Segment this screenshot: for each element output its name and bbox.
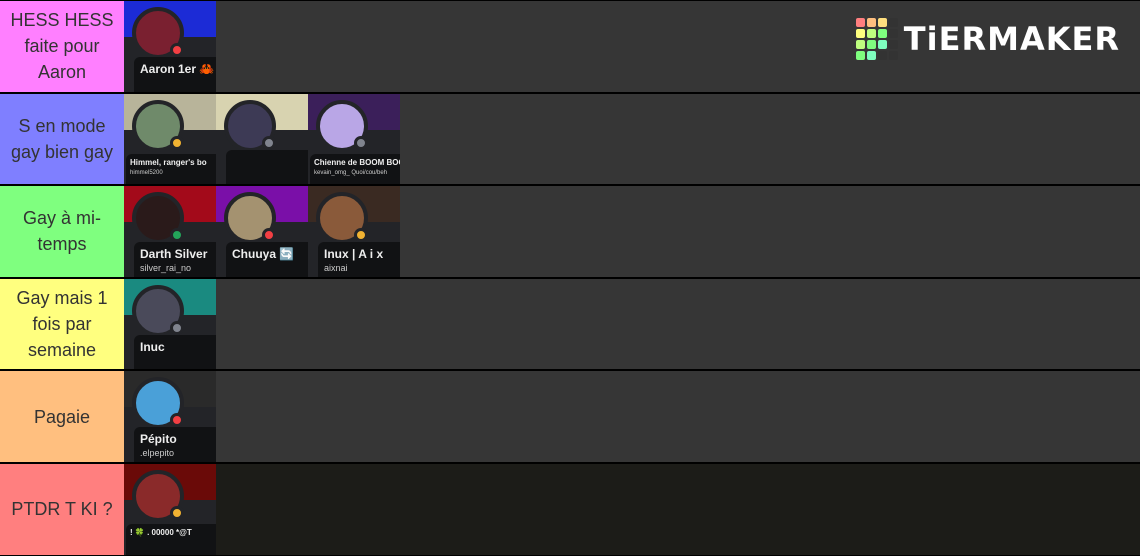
status-dnd-icon [262, 228, 276, 243]
tier-label[interactable]: HESS HESS faite pour Aaron [0, 1, 124, 92]
status-online-icon [170, 228, 184, 243]
status-dnd-icon [170, 43, 184, 57]
logo-square [888, 40, 898, 49]
username: kevain_omg_ Quoi/cou/beh [314, 169, 388, 176]
logo-square [888, 29, 898, 38]
tier-label[interactable]: S en mode gay bien gay [0, 93, 124, 185]
tier-row: Pagaie Pépito .elpepito [0, 370, 1140, 463]
display-name: Chienne de BOOM BOO [314, 157, 400, 167]
tier-row: S en mode gay bien gay Himmel, ranger's … [0, 92, 1140, 186]
tier-label[interactable]: Gay mais 1 fois par semaine [0, 278, 124, 370]
status-idle-icon [170, 505, 184, 520]
logo-square [855, 40, 865, 49]
profile-name-box: Chienne de BOOM BOO kevain_omg_ Quoi/cou/… [310, 153, 400, 185]
display-name: Darth Silver [140, 247, 208, 262]
tier-item[interactable] [216, 93, 308, 185]
tier-row: PTDR T KI ? ! 🍀 . 00000 *@T [0, 462, 1140, 556]
tier-row: Gay à mi-temps Darth Silver silver_rai_no… [0, 185, 1140, 278]
tier-label[interactable]: Gay à mi-temps [0, 186, 124, 277]
logo-square [877, 18, 887, 27]
tiermaker-logo: TiERMAKER [855, 18, 1120, 60]
tier-content[interactable]: Himmel, ranger's bo himmel5200 Chienne de… [124, 93, 1140, 185]
logo-square [866, 40, 876, 49]
tier-item[interactable]: Himmel, ranger's bo himmel5200 [124, 93, 216, 185]
status-dnd-icon [170, 413, 184, 428]
tier-content[interactable]: Inuc [124, 278, 1140, 370]
profile-name-box: Pépito .elpepito [134, 427, 216, 462]
logo-square [866, 29, 876, 38]
profile-name-box: Inux | A i x aixnai [318, 242, 400, 277]
profile-name-box: ! 🍀 . 00000 *@T [126, 523, 216, 555]
logo-square [855, 18, 865, 27]
logo-square [866, 51, 876, 60]
username: himmel5200 [130, 169, 163, 176]
tier-row: Gay mais 1 fois par semaine Inuc [0, 277, 1140, 371]
username: .elpepito [140, 448, 175, 459]
display-name: Inuc [140, 339, 165, 354]
display-name: Pépito [140, 432, 177, 447]
logo-square [877, 40, 887, 49]
tier-content[interactable]: Pépito .elpepito [124, 371, 1140, 462]
logo-square [855, 29, 865, 38]
tier-label[interactable]: PTDR T KI ? [0, 463, 124, 555]
tier-item[interactable]: Inuc [124, 278, 216, 370]
logo-square [877, 51, 887, 60]
tier-item[interactable]: Inux | A i x aixnai [308, 186, 400, 277]
logo-square [855, 51, 865, 60]
logo-grid-icon [855, 18, 898, 60]
display-name: Himmel, ranger's bo [130, 157, 207, 167]
tier-item[interactable]: Darth Silver silver_rai_no [124, 186, 216, 277]
status-offline-icon [170, 320, 184, 335]
display-name: ! 🍀 . 00000 *@T [130, 527, 192, 537]
tier-item[interactable]: Chienne de BOOM BOO kevain_omg_ Quoi/cou/… [308, 93, 400, 185]
logo-square [888, 51, 898, 60]
tier-item[interactable]: Chuuya 🔄 [216, 186, 308, 277]
tier-list: HESS HESS faite pour Aaron Aaron 1er 🦀 C… [0, 0, 1140, 556]
profile-name-box: Aaron 1er 🦀 CRAB [134, 57, 216, 92]
profile-name-box: Himmel, ranger's bo himmel5200 [126, 153, 216, 185]
tier-item[interactable]: ! 🍀 . 00000 *@T [124, 463, 216, 555]
profile-name-box: Inuc [134, 334, 216, 370]
tier-content[interactable]: ! 🍀 . 00000 *@T [124, 463, 1140, 555]
profile-name-box: Darth Silver silver_rai_no [134, 242, 216, 277]
display-name: Chuuya 🔄 [232, 247, 295, 262]
tier-item[interactable]: Pépito .elpepito [124, 371, 216, 462]
status-offline-icon [262, 135, 276, 150]
status-offline-icon [354, 135, 368, 150]
logo-square [888, 18, 898, 27]
tier-content[interactable]: Darth Silver silver_rai_no Chuuya 🔄 Inux … [124, 186, 1140, 277]
status-idle-icon [354, 228, 368, 243]
tier-item[interactable]: Aaron 1er 🦀 CRAB [124, 1, 216, 92]
username: silver_rai_no [140, 263, 192, 274]
profile-name-box: Chuuya 🔄 [226, 242, 308, 277]
logo-square [877, 29, 887, 38]
logo-text: TiERMAKER [903, 20, 1120, 58]
tier-label[interactable]: Pagaie [0, 371, 124, 462]
username: aixnai [324, 263, 348, 274]
logo-square [866, 18, 876, 27]
status-idle-icon [170, 135, 184, 150]
profile-name-box [226, 149, 308, 185]
display-name: Aaron 1er 🦀 CRAB [140, 62, 216, 76]
display-name: Inux | A i x [324, 247, 384, 262]
